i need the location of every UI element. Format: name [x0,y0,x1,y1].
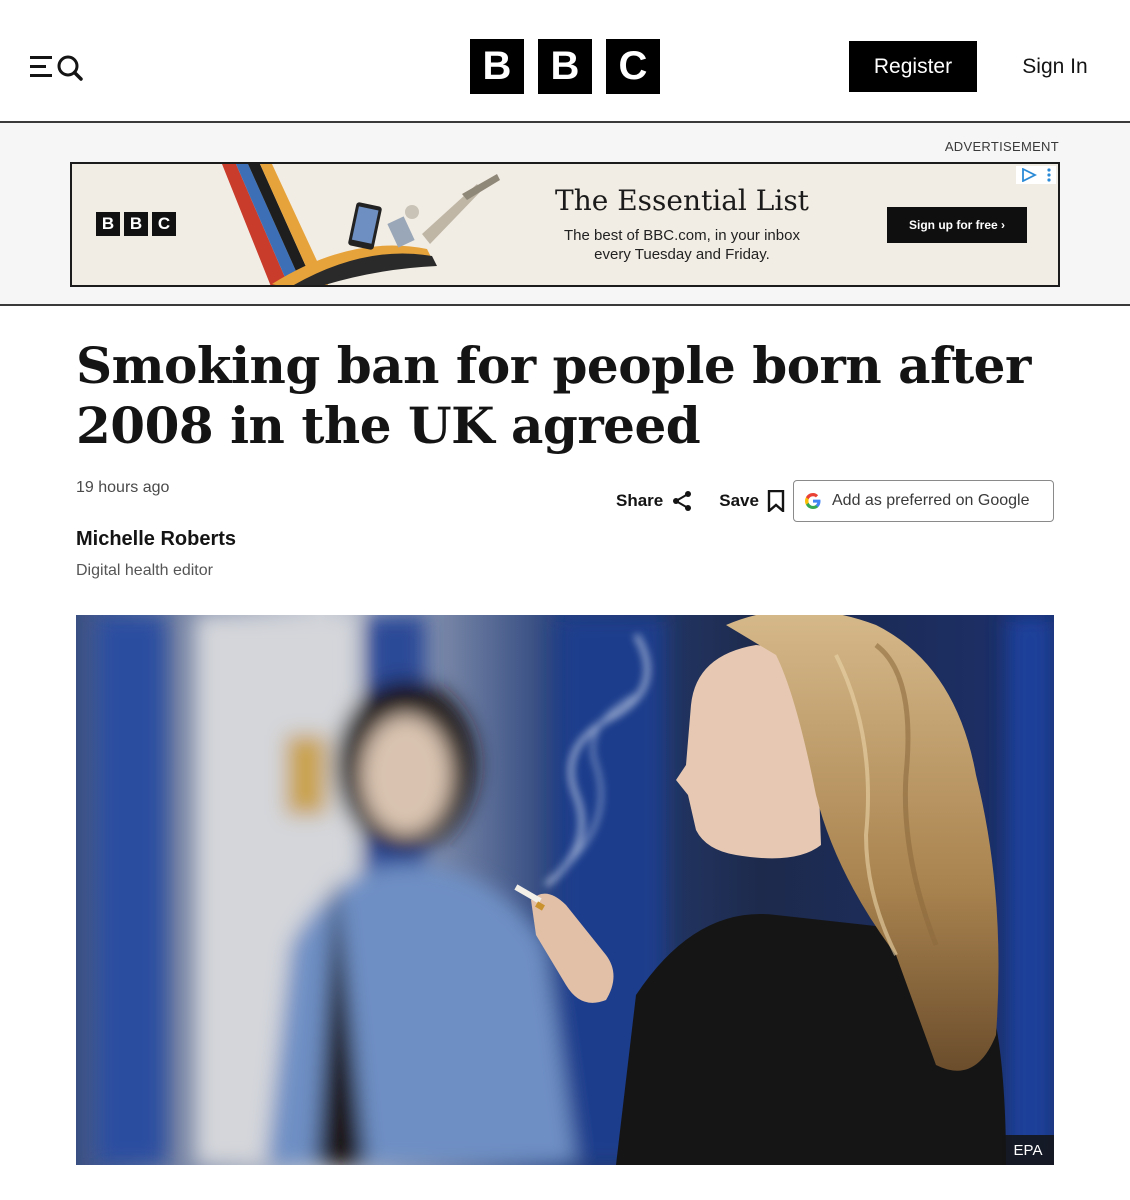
article-image: EPA [76,615,1054,1165]
ad-logo-letter: B [96,212,120,236]
ad-subtitle-line: every Tuesday and Friday. [594,246,770,263]
advertisement-banner[interactable]: B B C The Essential List The best of BBC… [70,162,1060,287]
ad-bbc-logo: B B C [96,212,176,236]
menu-search-icon [30,55,83,81]
google-icon [805,493,821,509]
save-button[interactable]: Save [719,490,785,512]
register-button[interactable]: Register [849,41,977,92]
bbc-logo[interactable]: B B C [470,39,660,94]
google-button-label: Add as preferred on Google [832,492,1030,509]
article-headline: Smoking ban for people born after 2008 i… [76,336,1031,455]
ad-signup-button[interactable]: Sign up for free › [887,207,1027,243]
ad-logo-letter: B [124,212,148,236]
share-button[interactable]: Share [616,490,693,512]
add-preferred-google-button[interactable]: Add as preferred on Google [793,480,1054,522]
author-name[interactable]: Michelle Roberts [76,528,236,551]
smoking-photo [76,615,1054,1165]
more-options-icon [1047,168,1051,182]
sign-in-link[interactable]: Sign In [1010,41,1100,92]
logo-letter: B [470,39,524,94]
logo-letter: B [538,39,592,94]
article-timestamp: 19 hours ago [76,479,170,496]
share-label: Share [616,491,664,510]
menu-search-button[interactable] [28,52,86,82]
ad-subtitle-line: The best of BBC.com, in your inbox [564,227,800,244]
advertisement-band: ADVERTISEMENT B B C The Essential List T… [0,123,1130,306]
save-label: Save [719,491,759,510]
hammock-illustration [222,164,500,285]
site-header: B B C Register Sign In [0,0,1130,123]
author-role: Digital health editor [76,562,213,579]
image-credit: EPA [1002,1135,1054,1165]
ad-choices-button[interactable] [1016,166,1056,184]
advertisement-label: ADVERTISEMENT [944,139,1059,154]
share-icon [673,491,692,511]
logo-letter: C [606,39,660,94]
article-actions: Share Save [600,480,785,522]
ad-subtitle: The best of BBC.com, in your inbox every… [532,226,832,264]
ad-logo-letter: C [152,212,176,236]
bookmark-icon [767,490,785,512]
ad-choices-icon [1022,168,1037,182]
ad-title: The Essential List [555,184,809,217]
